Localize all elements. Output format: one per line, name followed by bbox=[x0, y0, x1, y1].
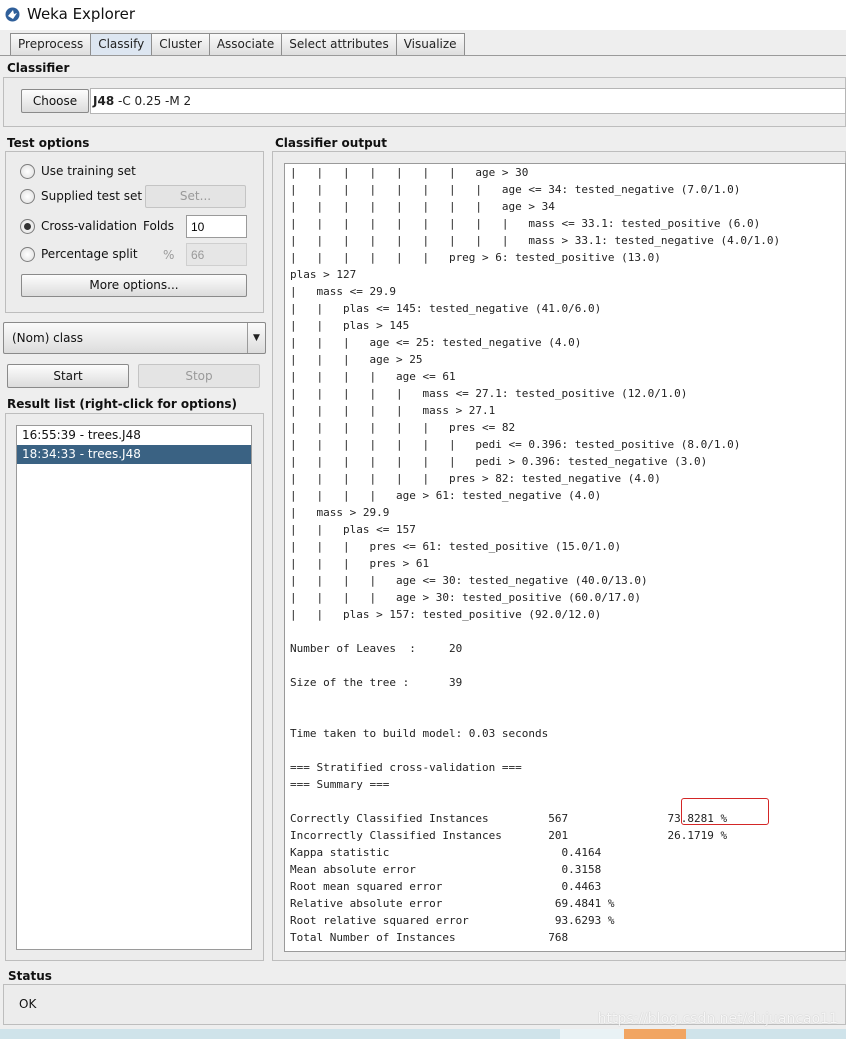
classifier-output-section-label: Classifier output bbox=[275, 136, 387, 150]
output-line: Time taken to build model: 0.03 seconds bbox=[290, 727, 549, 740]
output-line: | | | | | | | age > 30 bbox=[290, 166, 529, 179]
tab-associate[interactable]: Associate bbox=[208, 33, 283, 55]
cross-validation-label: Cross-validation bbox=[41, 219, 137, 233]
output-line: Relative absolute error 69.4841 % bbox=[290, 897, 615, 910]
output-line: | | | pres > 61 bbox=[290, 557, 430, 570]
output-line: Incorrectly Classified Instances 201 26.… bbox=[290, 829, 728, 842]
output-line: | | | | age <= 30: tested_negative (40.0… bbox=[290, 574, 648, 587]
status-text: OK bbox=[19, 997, 37, 1011]
output-line: | | | | | | pres > 82: tested_negative (… bbox=[290, 472, 661, 485]
folds-input[interactable] bbox=[186, 215, 247, 238]
output-line: | | | | | | | | | mass <= 33.1: tested_p… bbox=[290, 217, 761, 230]
output-line: | | | | age > 61: tested_negative (4.0) bbox=[290, 489, 602, 502]
classifier-output-text: | | | | | | | age > 30 | | | | | | | | a… bbox=[285, 164, 845, 946]
output-line: | mass <= 29.9 bbox=[290, 285, 396, 298]
result-item[interactable]: 16:55:39 - trees.J48 bbox=[17, 426, 251, 445]
use-training-set-radio[interactable] bbox=[20, 163, 35, 179]
output-line: Root relative squared error 93.6293 % bbox=[290, 914, 615, 927]
output-line: Number of Leaves : 20 bbox=[290, 642, 463, 655]
title-bar: Weka Explorer bbox=[0, 0, 846, 30]
choose-button[interactable]: Choose bbox=[21, 89, 89, 113]
window-title: Weka Explorer bbox=[27, 5, 136, 23]
percent-symbol: % bbox=[163, 248, 175, 262]
taskbar-segment-active bbox=[624, 1029, 686, 1039]
supplied-test-set-radio[interactable] bbox=[20, 188, 35, 204]
output-line: | | | | | | preg > 6: tested_positive (1… bbox=[290, 251, 661, 264]
output-line: | | | pres <= 61: tested_positive (15.0/… bbox=[290, 540, 622, 553]
percentage-split-option[interactable]: Percentage split bbox=[20, 245, 138, 263]
output-line: | | | age <= 25: tested_negative (4.0) bbox=[290, 336, 582, 349]
taskbar-strip bbox=[0, 1029, 846, 1039]
classifier-options: -C 0.25 -M 2 bbox=[114, 94, 192, 108]
start-button[interactable]: Start bbox=[7, 364, 129, 388]
use-training-set-option[interactable]: Use training set bbox=[20, 162, 136, 180]
taskbar-segment bbox=[560, 1029, 624, 1039]
output-line: | | | | | | | pedi <= 0.396: tested_posi… bbox=[290, 438, 741, 451]
tab-cluster[interactable]: Cluster bbox=[151, 33, 210, 55]
percentage-split-radio[interactable] bbox=[20, 246, 35, 262]
output-line: | | | age > 25 bbox=[290, 353, 423, 366]
use-training-set-label: Use training set bbox=[41, 164, 136, 178]
watermark-text: https://blog.csdn.net/dujuancao11 bbox=[597, 1011, 838, 1027]
supplied-test-set-option[interactable]: Supplied test set bbox=[20, 187, 142, 205]
accuracy-highlight-box bbox=[681, 798, 769, 825]
set-test-set-button[interactable]: Set... bbox=[145, 185, 246, 208]
output-line: Kappa statistic 0.4164 bbox=[290, 846, 602, 859]
result-list[interactable]: 16:55:39 - trees.J48 18:34:33 - trees.J4… bbox=[16, 425, 252, 950]
cross-validation-option[interactable]: Cross-validation bbox=[20, 217, 137, 235]
status-section-label: Status bbox=[8, 969, 52, 983]
output-line: Size of the tree : 39 bbox=[290, 676, 463, 689]
class-attribute-dropdown[interactable]: (Nom) class ▼ bbox=[3, 322, 266, 354]
tab-preprocess[interactable]: Preprocess bbox=[10, 33, 92, 55]
weka-bird-icon bbox=[5, 7, 20, 22]
output-line: | | | | age <= 61 bbox=[290, 370, 456, 383]
cross-validation-radio[interactable] bbox=[20, 218, 35, 234]
classifier-config-field[interactable]: J48 -C 0.25 -M 2 bbox=[90, 88, 846, 114]
tab-visualize[interactable]: Visualize bbox=[395, 33, 465, 55]
output-line: Mean absolute error 0.3158 bbox=[290, 863, 602, 876]
output-line: Total Number of Instances 768 bbox=[290, 931, 569, 944]
output-line: | | | | | | | | | mass > 33.1: tested_ne… bbox=[290, 234, 781, 247]
result-list-section-label: Result list (right-click for options) bbox=[7, 397, 238, 411]
output-line: | mass > 29.9 bbox=[290, 506, 390, 519]
tab-classify[interactable]: Classify bbox=[90, 33, 153, 55]
percentage-split-label: Percentage split bbox=[41, 247, 138, 261]
tab-select-attributes[interactable]: Select attributes bbox=[281, 33, 397, 55]
output-line: === Summary === bbox=[290, 778, 390, 791]
output-line: | | | | | | pres <= 82 bbox=[290, 421, 516, 434]
classifier-section-label: Classifier bbox=[7, 61, 70, 75]
more-options-button[interactable]: More options... bbox=[21, 274, 247, 297]
output-line: Correctly Classified Instances 567 73.82… bbox=[290, 812, 728, 825]
output-line: === Stratified cross-validation === bbox=[290, 761, 522, 774]
supplied-test-set-label: Supplied test set bbox=[41, 189, 143, 203]
output-line: | | plas <= 145: tested_negative (41.0/6… bbox=[290, 302, 602, 315]
chevron-down-icon[interactable]: ▼ bbox=[247, 323, 265, 353]
output-line: | | | | age > 30: tested_positive (60.0/… bbox=[290, 591, 641, 604]
output-line: | | plas > 157: tested_positive (92.0/12… bbox=[290, 608, 602, 621]
output-line: | | | | | mass > 27.1 bbox=[290, 404, 496, 417]
classifier-output-text-area[interactable]: | | | | | | | age > 30 | | | | | | | | a… bbox=[284, 163, 846, 952]
output-line: | | plas > 145 bbox=[290, 319, 410, 332]
classifier-name: J48 bbox=[93, 94, 115, 108]
result-item-selected[interactable]: 18:34:33 - trees.J48 bbox=[17, 445, 251, 464]
output-line: | | | | | | | | age <= 34: tested_negati… bbox=[290, 183, 741, 196]
tab-bar: Preprocess Classify Cluster Associate Se… bbox=[10, 33, 465, 55]
output-line: | | | | | | | pedi > 0.396: tested_negat… bbox=[290, 455, 708, 468]
class-attribute-value: (Nom) class bbox=[12, 331, 83, 345]
output-line: | | | | | | | | age > 34 bbox=[290, 200, 555, 213]
test-options-section-label: Test options bbox=[7, 136, 90, 150]
stop-button[interactable]: Stop bbox=[138, 364, 260, 388]
output-line: | | | | | mass <= 27.1: tested_positive … bbox=[290, 387, 688, 400]
tab-divider bbox=[0, 55, 846, 56]
output-line: Root mean squared error 0.4463 bbox=[290, 880, 602, 893]
folds-label: Folds bbox=[143, 219, 175, 233]
output-line: | | plas <= 157 bbox=[290, 523, 416, 536]
percentage-input[interactable] bbox=[186, 243, 247, 266]
output-line: plas > 127 bbox=[290, 268, 357, 281]
